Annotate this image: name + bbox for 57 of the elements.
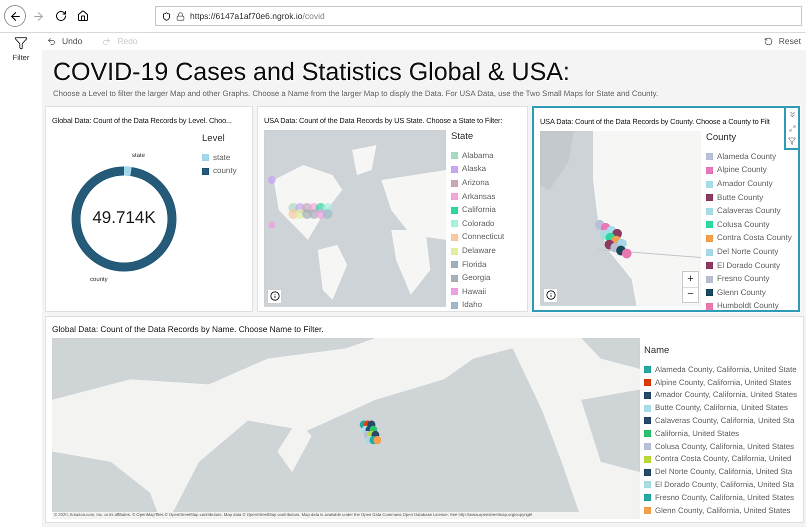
reset-icon <box>764 37 773 46</box>
legend-item[interactable]: Alameda County <box>717 152 776 161</box>
zoom-in-button[interactable]: + <box>683 272 698 287</box>
legend-item[interactable]: Calaveras County <box>717 207 781 216</box>
legend-item[interactable]: Hawaii <box>462 288 486 296</box>
undo-button[interactable]: Undo <box>47 35 82 48</box>
legend-item[interactable]: state <box>213 154 230 162</box>
legend-item[interactable]: Humboldt County <box>717 302 779 310</box>
visual-card[interactable] <box>532 106 800 312</box>
legend-item[interactable]: Contra Costa County <box>717 234 792 242</box>
zoom-out-button[interactable]: − <box>683 286 698 302</box>
home-icon[interactable] <box>77 10 89 22</box>
expand-icon[interactable] <box>788 124 796 132</box>
page-title: COVID-19 Cases and Statistics Global & USA: <box>53 57 571 88</box>
legend-title: County <box>706 130 738 145</box>
legend-item[interactable]: Arkansas <box>462 192 496 201</box>
reload-icon[interactable] <box>55 10 67 22</box>
filter-icon <box>14 36 28 50</box>
legend-item[interactable]: California <box>462 206 496 214</box>
info-icon <box>546 290 556 300</box>
filter-icon[interactable] <box>788 137 796 145</box>
legend-item[interactable]: Alaska <box>462 165 486 174</box>
chevrons-down-icon[interactable] <box>788 110 796 120</box>
back-arrow-icon <box>8 10 22 22</box>
legend-item[interactable]: Fresno County <box>717 275 770 284</box>
legend-item[interactable]: Colorado <box>462 220 494 228</box>
donut-total: 49.714K <box>91 208 157 228</box>
legend-item[interactable]: Del Norte County <box>717 248 778 256</box>
info-button[interactable] <box>544 288 557 302</box>
undo-icon <box>47 37 56 46</box>
legend-item[interactable]: Connecticut <box>462 233 504 242</box>
address-bar[interactable]: https://6147a1af70e6.ngrok.io/covid <box>155 6 802 26</box>
legend-item[interactable]: Glenn County <box>717 288 766 297</box>
legend-item[interactable]: Arizona <box>462 179 490 188</box>
legend-item[interactable]: Colusa County <box>717 220 770 229</box>
legend-title: Level <box>202 132 226 146</box>
legend-item[interactable]: Alpine County <box>717 166 767 174</box>
url-text: https://6147a1af70e6.ngrok.io/covid <box>190 10 325 22</box>
legend-item[interactable]: El Dorado County <box>717 262 780 270</box>
legend-item[interactable]: Butte County <box>717 194 764 202</box>
visual-title: Global Data: Count of the Data Records by Name. Choose Name to Filter. <box>52 322 325 336</box>
legend-item[interactable]: Florida <box>462 260 486 269</box>
info-button[interactable] <box>268 290 281 303</box>
legend-item[interactable]: Alabama <box>462 152 494 160</box>
legend-item[interactable]: county <box>213 167 237 176</box>
legend-title: Name <box>644 344 670 358</box>
info-icon <box>270 291 280 302</box>
legend-item[interactable]: Amador County <box>717 180 773 188</box>
redo-icon <box>102 37 112 46</box>
lock-icon <box>176 12 185 20</box>
legend-item[interactable]: Delaware <box>462 247 496 255</box>
reset-button[interactable]: Reset <box>764 35 801 48</box>
legend-title: State <box>451 130 474 144</box>
legend-item[interactable]: Georgia <box>462 274 490 282</box>
legend-item[interactable]: Idaho <box>462 301 482 310</box>
back-button[interactable] <box>4 5 26 27</box>
shield-icon <box>162 12 171 20</box>
